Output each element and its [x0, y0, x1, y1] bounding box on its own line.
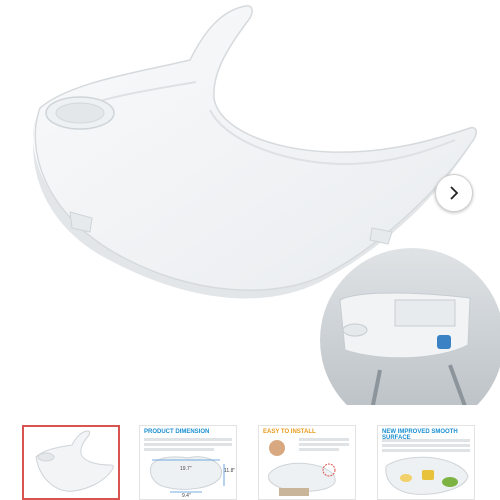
thumbnail-title: NEW IMPROVED SMOOTH SURFACE	[382, 429, 458, 441]
thumbnail-2[interactable]: 19.7" 11.8" 9.4" PRODUCT DIMENSION	[139, 425, 237, 500]
next-image-button[interactable]	[435, 174, 473, 212]
main-product-image	[33, 5, 500, 405]
thumbnail-title: EASY TO INSTALL	[263, 429, 316, 435]
thumbnail-title: PRODUCT DIMENSION	[144, 429, 210, 435]
dimension-width: 19.7"	[180, 466, 192, 472]
thumbnail-1[interactable]	[22, 425, 120, 500]
thumbnail-strip: 19.7" 11.8" 9.4" PRODUCT DIMENSION EASY …	[0, 425, 500, 500]
inset-photo-high-chair	[320, 248, 500, 405]
thumbnail-4[interactable]: NEW IMPROVED SMOOTH SURFACE	[377, 425, 475, 500]
chevron-right-icon	[450, 186, 459, 200]
dimension-height: 9.4"	[182, 493, 191, 499]
thumbnail-3[interactable]: EASY TO INSTALL	[258, 425, 356, 500]
dimension-depth: 11.8"	[224, 468, 235, 474]
